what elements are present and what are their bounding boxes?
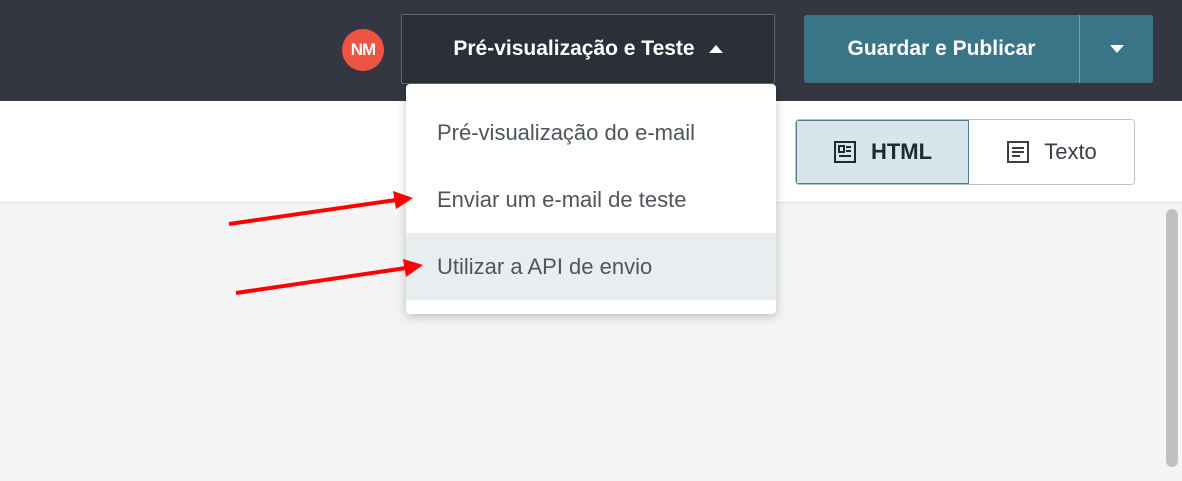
preview-and-test-button[interactable]: Pré-visualização e Teste <box>401 14 775 84</box>
html-layout-icon <box>833 141 856 163</box>
view-html-button[interactable]: HTML <box>796 120 969 184</box>
user-avatar[interactable]: NM <box>342 29 384 71</box>
caret-up-icon <box>708 45 723 53</box>
view-text-button[interactable]: Texto <box>969 120 1134 184</box>
preview-and-test-label: Pré-visualização e Teste <box>453 37 695 60</box>
menu-item-send-test-email[interactable]: Enviar um e-mail de teste <box>406 166 776 233</box>
publish-more-button[interactable] <box>1080 15 1153 83</box>
text-lines-icon <box>1007 141 1030 163</box>
save-and-publish-button[interactable]: Guardar e Publicar <box>804 15 1079 83</box>
preview-dropdown-menu: Pré-visualização do e-mail Enviar um e-m… <box>406 84 776 314</box>
view-text-label: Texto <box>1044 139 1097 164</box>
view-html-label: HTML <box>870 139 933 164</box>
publish-button-group: Guardar e Publicar <box>804 15 1153 83</box>
menu-item-use-sending-api[interactable]: Utilizar a API de envio <box>406 233 776 300</box>
caret-down-icon <box>1109 45 1124 53</box>
view-mode-toggle: HTML Texto <box>795 119 1135 185</box>
menu-item-preview-email[interactable]: Pré-visualização do e-mail <box>406 99 776 166</box>
email-editor-page: NM Pré-visualização e Teste Guardar e Pu… <box>0 0 1182 481</box>
vertical-scrollbar[interactable] <box>1166 209 1178 467</box>
